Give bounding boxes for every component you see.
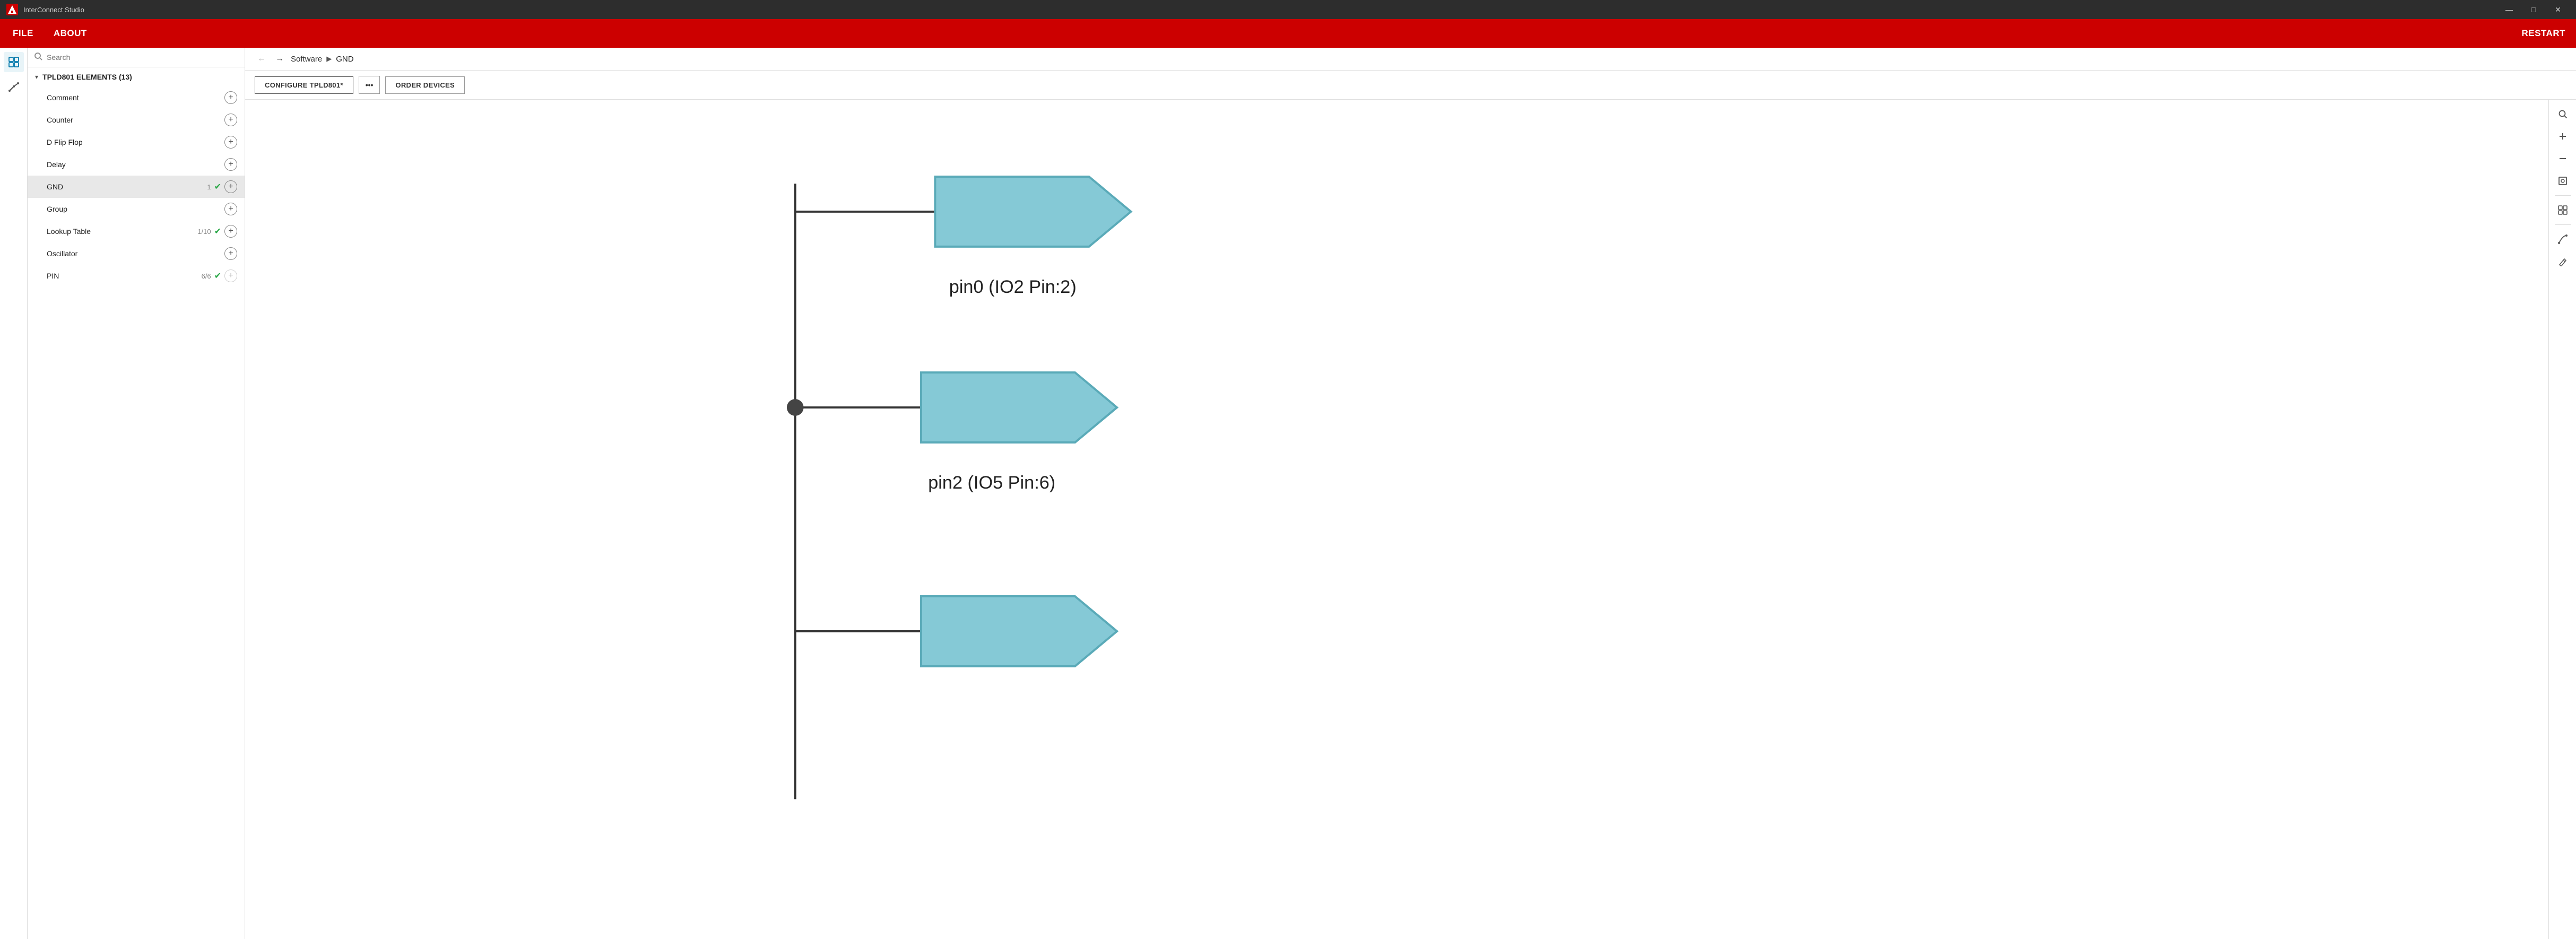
elements-list: ▾ TPLD801 ELEMENTS (13) Comment + Counte… — [28, 67, 245, 939]
menu-about[interactable]: ABOUT — [51, 25, 89, 42]
check-icon: ✔ — [214, 271, 221, 281]
order-devices-button[interactable]: ORDER DEVICES — [385, 76, 465, 94]
svg-text:pin0 (IO2 Pin:2): pin0 (IO2 Pin:2) — [949, 277, 1077, 297]
list-item[interactable]: PIN 6/6 ✔ + — [28, 265, 245, 287]
add-lut-button[interactable]: + — [224, 225, 237, 238]
forward-button[interactable]: → — [273, 53, 287, 65]
add-dflipflop-button[interactable]: + — [224, 136, 237, 149]
menu-items: FILE ABOUT — [11, 25, 89, 42]
item-label: PIN — [47, 272, 202, 280]
item-label: GND — [47, 182, 207, 191]
search-bar — [28, 48, 245, 67]
sidebar: ▾ TPLD801 ELEMENTS (13) Comment + Counte… — [28, 48, 245, 939]
close-button[interactable]: ✕ — [2546, 1, 2570, 18]
minimize-button[interactable]: — — [2497, 1, 2521, 18]
chevron-down-icon: ▾ — [35, 73, 38, 81]
content-area: ← → Software ▶ GND CONFIGURE TPLD801* ••… — [245, 48, 2576, 939]
add-oscillator-button[interactable]: + — [224, 247, 237, 260]
breadcrumb-software[interactable]: Software — [291, 55, 322, 64]
list-item[interactable]: D Flip Flop + — [28, 131, 245, 153]
search-icon — [34, 52, 42, 63]
canvas-svg[interactable]: pin0 (IO2 Pin:2) pin2 (IO5 Pin:6) — [245, 100, 2548, 939]
add-pin-button: + — [224, 269, 237, 282]
list-item[interactable]: Lookup Table 1/10 ✔ + — [28, 220, 245, 242]
list-item[interactable]: Delay + — [28, 153, 245, 176]
add-counter-button[interactable]: + — [224, 114, 237, 126]
item-label: Comment — [47, 93, 224, 102]
toolbar-separator — [2555, 195, 2571, 196]
back-button[interactable]: ← — [255, 53, 268, 65]
breadcrumb-bar: ← → Software ▶ GND — [245, 48, 2576, 71]
canvas-search-button[interactable] — [2553, 104, 2573, 124]
item-label: Counter — [47, 116, 224, 124]
list-item[interactable]: Counter + — [28, 109, 245, 131]
canvas-area: pin0 (IO2 Pin:2) pin2 (IO5 Pin:6) — [245, 100, 2576, 939]
check-icon: ✔ — [214, 226, 221, 237]
fit-view-button[interactable] — [2553, 171, 2573, 191]
right-toolbar — [2548, 100, 2576, 939]
grid-view-icon[interactable] — [4, 52, 24, 72]
item-label: Group — [47, 205, 224, 213]
lut-count: 1/10 — [197, 228, 211, 236]
svg-text:pin2 (IO5 Pin:6): pin2 (IO5 Pin:6) — [928, 473, 1055, 493]
zoom-in-button[interactable] — [2553, 126, 2573, 146]
search-input[interactable] — [47, 53, 238, 62]
toolbar: CONFIGURE TPLD801* ••• ORDER DEVICES — [245, 71, 2576, 100]
check-icon: ✔ — [214, 181, 221, 192]
restart-button[interactable]: RESTART — [2521, 28, 2565, 39]
pin-count: 6/6 — [202, 272, 211, 280]
list-item[interactable]: Group + — [28, 198, 245, 220]
add-comment-button[interactable]: + — [224, 91, 237, 104]
item-label: Oscillator — [47, 249, 224, 258]
maximize-button[interactable]: □ — [2522, 1, 2545, 18]
gnd-count: 1 — [207, 183, 211, 191]
list-item[interactable]: Oscillator + — [28, 242, 245, 265]
configure-button[interactable]: CONFIGURE TPLD801* — [255, 76, 353, 94]
list-item-gnd[interactable]: GND 1 ✔ + — [28, 176, 245, 198]
more-options-button[interactable]: ••• — [359, 76, 380, 94]
group-label: TPLD801 ELEMENTS (13) — [42, 73, 132, 81]
add-group-button[interactable]: + — [224, 203, 237, 215]
app-icon — [6, 4, 18, 15]
wire-tool-button[interactable] — [2553, 229, 2573, 249]
breadcrumb-gnd[interactable]: GND — [336, 55, 353, 64]
list-item[interactable]: Comment + — [28, 86, 245, 109]
item-label: D Flip Flop — [47, 138, 224, 146]
item-label: Lookup Table — [47, 227, 197, 236]
main-layout: ▾ TPLD801 ELEMENTS (13) Comment + Counte… — [0, 48, 2576, 939]
group-header[interactable]: ▾ TPLD801 ELEMENTS (13) — [28, 67, 245, 86]
breadcrumb-sep: ▶ — [326, 55, 332, 63]
app-title: InterConnect Studio — [23, 6, 84, 14]
layout-button[interactable] — [2553, 200, 2573, 220]
add-gnd-button[interactable]: + — [224, 180, 237, 193]
add-delay-button[interactable]: + — [224, 158, 237, 171]
icon-rail — [0, 48, 28, 939]
menu-file[interactable]: FILE — [11, 25, 36, 42]
zoom-out-button[interactable] — [2553, 149, 2573, 169]
item-label: Delay — [47, 160, 224, 169]
menu-bar: FILE ABOUT RESTART — [0, 19, 2576, 48]
diagram-icon[interactable] — [4, 76, 24, 97]
title-bar: InterConnect Studio — □ ✕ — [0, 0, 2576, 19]
window-controls: — □ ✕ — [2497, 1, 2570, 18]
toolbar-separator — [2555, 224, 2571, 225]
edit-pen-button[interactable] — [2553, 251, 2573, 272]
